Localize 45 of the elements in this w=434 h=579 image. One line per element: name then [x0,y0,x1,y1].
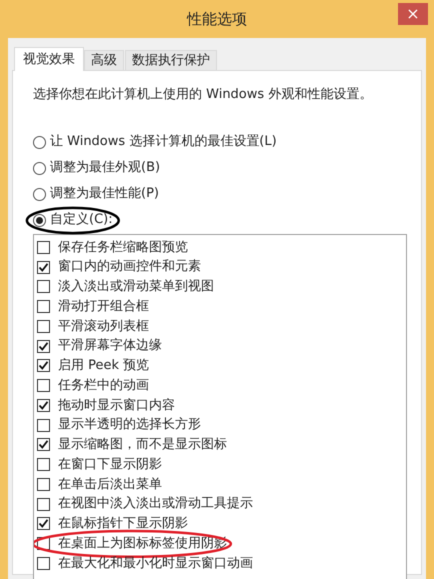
checkbox[interactable] [37,260,50,274]
checkbox-label[interactable]: 保存任务栏缩略图预览 [58,238,188,258]
tab[interactable]: 视觉效果 [14,47,84,71]
checkbox[interactable] [37,517,50,530]
checkbox[interactable] [37,438,50,452]
checkbox[interactable] [37,556,50,570]
checkbox-label[interactable]: 在单击后淡出菜单 [58,474,162,494]
checkbox[interactable] [37,320,50,333]
checkbox[interactable] [37,379,50,392]
checkbox[interactable] [37,418,50,432]
close-button[interactable]: × [398,3,428,25]
checkbox-label[interactable]: 在鼠标指针下显示阴影 [58,514,188,534]
radio-button[interactable] [33,136,46,148]
window-title: 性能选项 [187,8,247,30]
radio-button[interactable] [33,162,46,174]
checkbox[interactable] [37,300,50,314]
radio-label[interactable]: 调整为最佳外观(B) [50,158,160,178]
checkbox-label[interactable]: 在视图中淡入淡出或滑动工具提示 [58,494,253,514]
checkbox-label[interactable]: 平滑滚动列表框 [58,316,149,336]
checkbox[interactable] [37,478,50,491]
checkbox-label[interactable]: 显示半透明的选择长方形 [58,415,201,435]
checkbox[interactable] [37,240,50,254]
checkbox[interactable] [37,340,50,353]
checkbox-label[interactable]: 启用 Peek 预览 [58,356,150,376]
checkbox-label[interactable]: 显示缩略图，而不是显示图标 [58,435,227,455]
radio-label[interactable]: 让 Windows 选择计算机的最佳设置(L) [50,132,277,152]
checkbox-label[interactable]: 拖动时显示窗口内容 [58,396,175,416]
checkbox-label[interactable]: 滑动打开组合框 [58,296,149,316]
checkbox[interactable] [37,498,50,511]
radio-label[interactable]: 调整为最佳性能(P) [50,184,159,204]
checkbox[interactable] [37,280,50,294]
checkbox-label[interactable]: 淡入淡出或滑动菜单到视图 [58,277,214,297]
checkbox-label[interactable]: 任务栏中的动画 [58,376,149,396]
tab[interactable]: 数据执行保护 [125,50,217,70]
checkbox[interactable] [37,458,50,472]
checkbox-label[interactable]: 平滑屏幕字体边缘 [58,336,162,356]
radio-button[interactable] [33,188,46,200]
checkbox[interactable] [37,398,50,412]
checkbox[interactable] [37,359,50,372]
checkbox-label[interactable]: 窗口内的动画控件和元素 [58,257,201,277]
description-text: 选择你想在此计算机上使用的 Windows 外观和性能设置。 [33,86,374,104]
checkbox-label[interactable]: 在最大化和最小化时显示窗口动画 [58,554,253,574]
radio-button[interactable] [33,214,46,226]
checkbox-label[interactable]: 在窗口下显示阴影 [58,454,162,474]
tab[interactable]: 高级 [84,50,124,70]
